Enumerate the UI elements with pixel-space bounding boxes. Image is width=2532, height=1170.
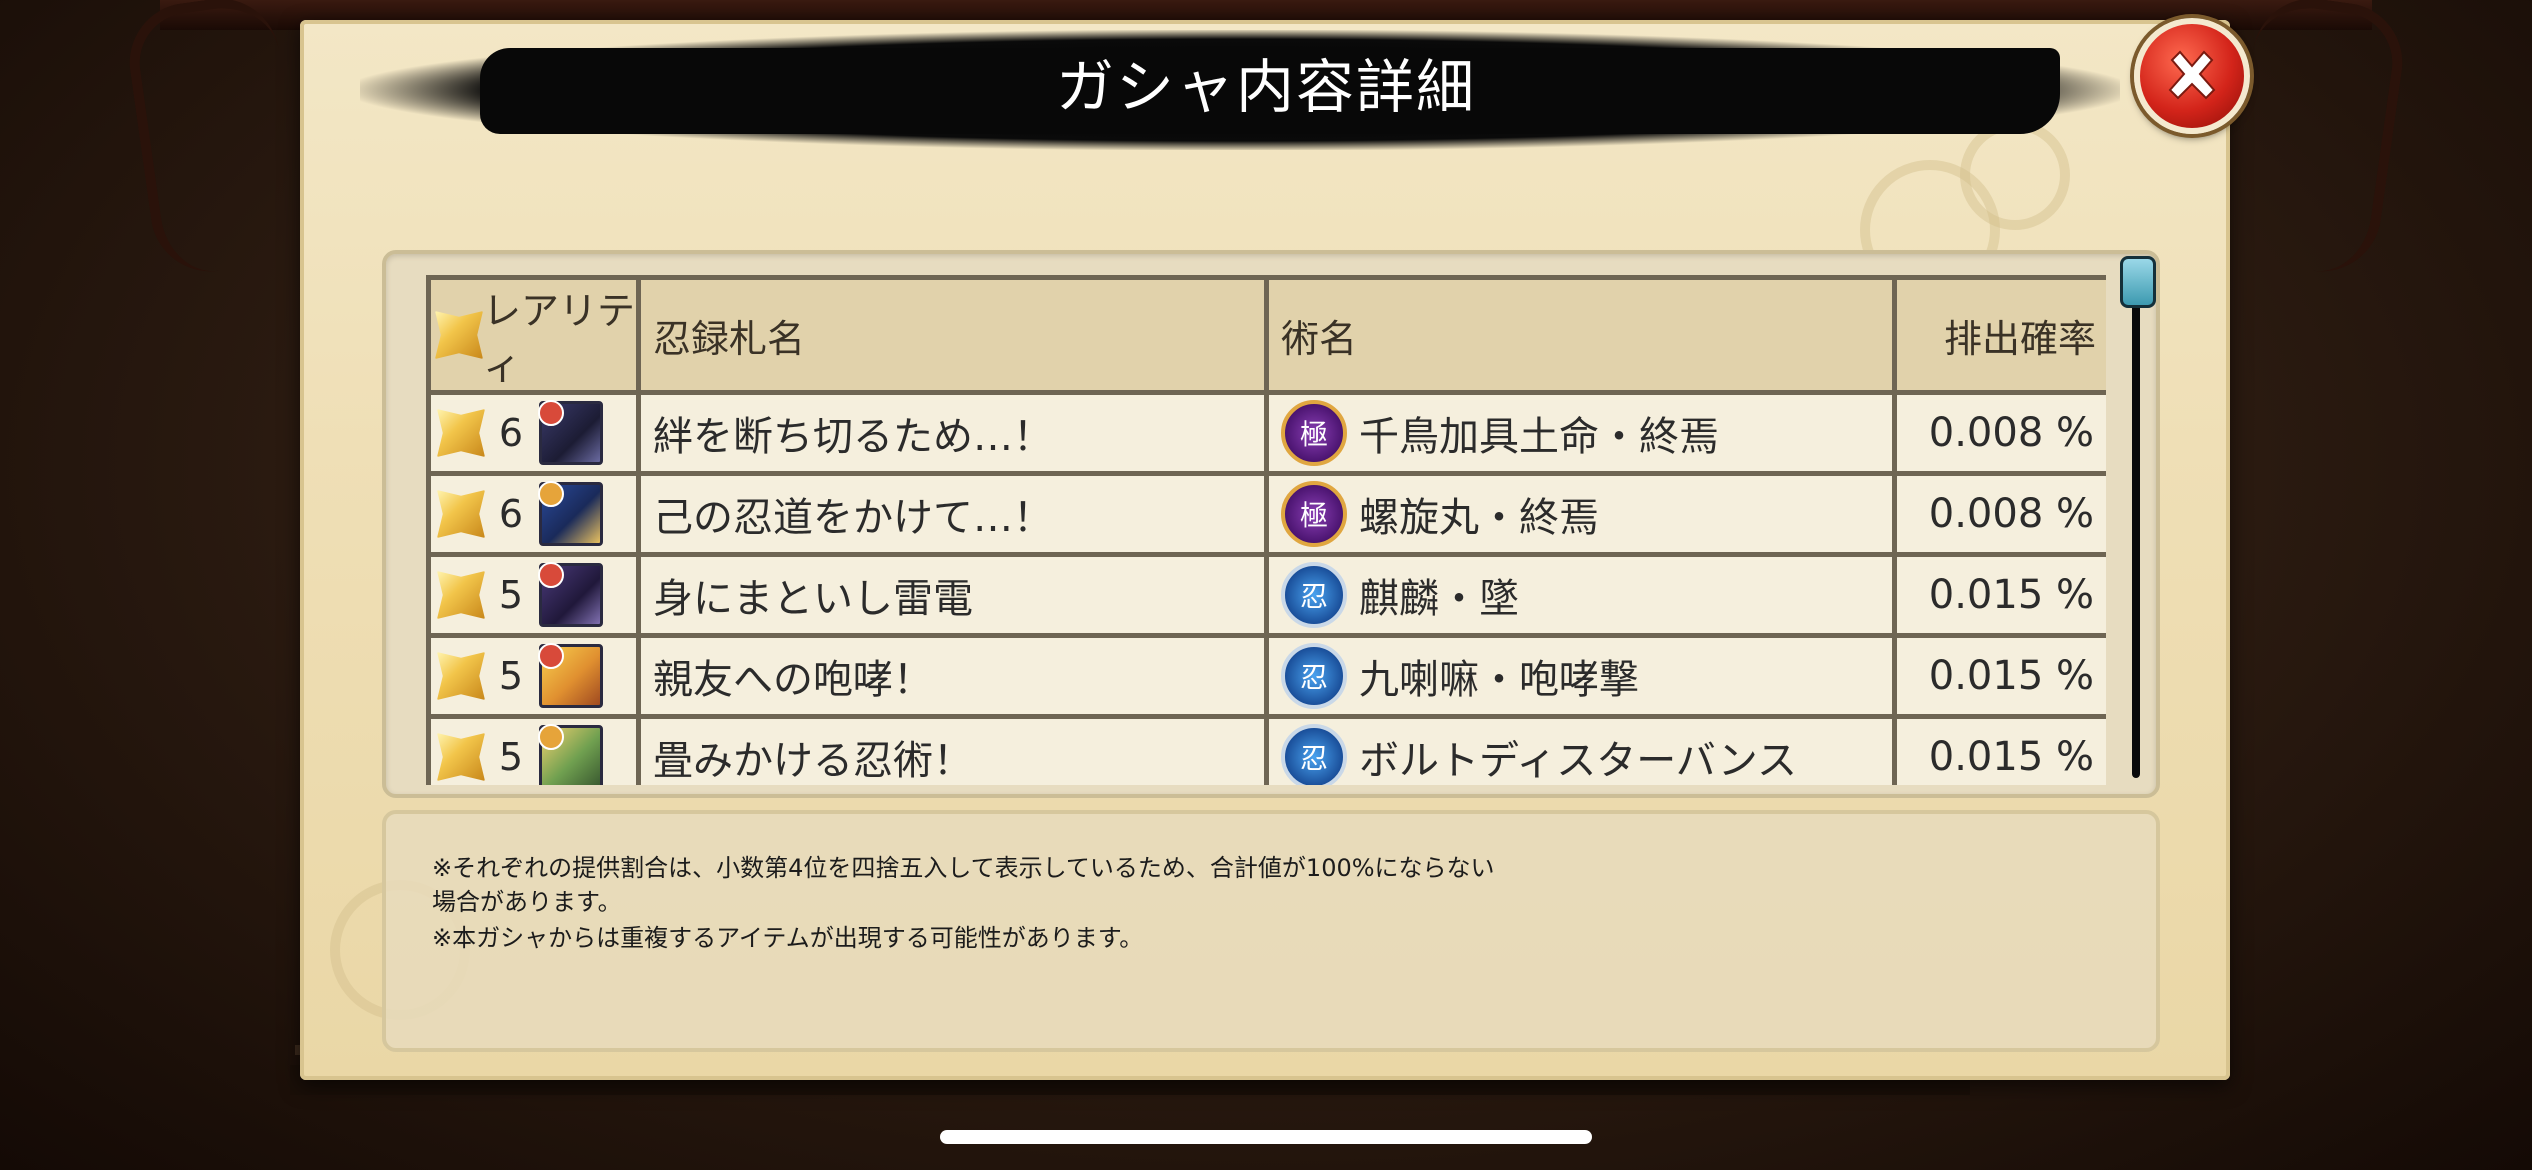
rate-cell: 0.008 %: [1892, 471, 2106, 557]
note-line-2: 場合があります。: [432, 888, 622, 916]
character-portrait: [538, 643, 603, 708]
rarity-value: 5: [498, 654, 524, 698]
attribute-badge-icon: [538, 562, 564, 588]
rate-table-viewport[interactable]: レアリティ 忍録札名 術名 排出確率 6 絆を断ち切るため…！ 極 千鳥加具土命…: [426, 275, 2106, 785]
note-line-1: ※それぞれの提供割合は、小数第4位を四捨五入して表示しているため、合計値が100…: [432, 854, 1495, 882]
attribute-badge-icon: [538, 481, 564, 507]
rarity-header-label: レアリティ: [483, 289, 636, 388]
kanji-shinobi-icon: 忍: [1281, 562, 1347, 628]
rarity-value: 5: [498, 573, 524, 617]
rarity-cell: 6: [426, 390, 641, 476]
rarity-cell: 5: [426, 714, 641, 785]
table-row[interactable]: 5 畳みかける忍術！ 忍 ボルトディスターバンス 0.015 %: [426, 714, 2106, 785]
jutsu-name: 九喇嘛・咆哮撃: [1359, 657, 1639, 703]
rarity-star-icon: [437, 652, 485, 700]
attribute-badge-icon: [538, 643, 564, 669]
rarity-cell: 5: [426, 633, 641, 719]
card-name-cell: 身にまといし雷電: [636, 552, 1269, 638]
table-row[interactable]: 6 己の忍道をかけて…！ 極 螺旋丸・終焉 0.008 %: [426, 471, 2106, 557]
scrollbar-track[interactable]: [2132, 258, 2140, 778]
rarity-star-icon: [437, 409, 485, 457]
card-name-cell: 親友への咆哮！: [636, 633, 1269, 719]
kanji-kiwami-icon: 極: [1281, 481, 1347, 547]
rarity-value: 5: [498, 735, 524, 779]
card-name-cell: 畳みかける忍術！: [636, 714, 1269, 785]
rarity-value: 6: [498, 492, 524, 536]
character-portrait: [538, 400, 603, 465]
rarity-star-icon: [435, 311, 483, 359]
jutsu-name: ボルトディスターバンス: [1359, 738, 1797, 784]
jutsu-name: 麒麟・墜: [1359, 576, 1519, 622]
jutsu-cell: 極 千鳥加具土命・終焉: [1264, 390, 1897, 476]
kanji-kiwami-icon: 極: [1281, 400, 1347, 466]
note-line-3: ※本ガシャからは重複するアイテムが出現する可能性があります。: [432, 924, 1144, 952]
character-portrait: [538, 562, 603, 627]
jutsu-name: 螺旋丸・終焉: [1359, 495, 1599, 541]
card-name-cell: 絆を断ち切るため…！: [636, 390, 1269, 476]
close-x-icon: [2168, 50, 2216, 100]
card-name: 身にまといし雷電: [653, 576, 973, 622]
rarity-star-icon: [437, 571, 485, 619]
rarity-star-icon: [437, 733, 485, 781]
rate-table: レアリティ 忍録札名 術名 排出確率 6 絆を断ち切るため…！ 極 千鳥加具土命…: [426, 275, 2106, 785]
rarity-star-icon: [437, 490, 485, 538]
rarity-value: 6: [498, 411, 524, 455]
character-portrait: [538, 481, 603, 546]
table-header-row: レアリティ 忍録札名 術名 排出確率: [426, 275, 2106, 395]
table-row[interactable]: 6 絆を断ち切るため…！ 極 千鳥加具土命・終焉 0.008 %: [426, 390, 2106, 476]
jutsu-name: 千鳥加具土命・終焉: [1359, 414, 1719, 460]
attribute-badge-icon: [538, 400, 564, 426]
kanji-shinobi-icon: 忍: [1281, 643, 1347, 709]
card-name: 親友への咆哮！: [653, 657, 933, 703]
home-indicator[interactable]: [940, 1130, 1592, 1144]
rarity-cell: 6: [426, 471, 641, 557]
card-name-header-label: 忍録札名: [653, 316, 806, 361]
column-header-card-name: 忍録札名: [636, 275, 1269, 395]
jutsu-cell: 忍 麒麟・墜: [1264, 552, 1897, 638]
table-row[interactable]: 5 身にまといし雷電 忍 麒麟・墜 0.015 %: [426, 552, 2106, 638]
kanji-shinobi-icon: 忍: [1281, 724, 1347, 785]
column-header-rate: 排出確率: [1892, 275, 2106, 395]
rate-cell: 0.015 %: [1892, 633, 2106, 719]
close-button[interactable]: [2134, 18, 2250, 134]
card-name: 畳みかける忍術！: [653, 738, 973, 784]
rate-header-label: 排出確率: [1943, 316, 2096, 361]
card-name: 絆を断ち切るため…！: [653, 414, 1053, 460]
scrollbar-thumb[interactable]: [2120, 256, 2156, 308]
jutsu-cell: 極 螺旋丸・終焉: [1264, 471, 1897, 557]
card-name-cell: 己の忍道をかけて…！: [636, 471, 1269, 557]
jutsu-cell: 忍 九喇嘛・咆哮撃: [1264, 633, 1897, 719]
rate-cell: 0.015 %: [1892, 714, 2106, 785]
rarity-cell: 5: [426, 552, 641, 638]
column-header-jutsu-name: 術名: [1264, 275, 1897, 395]
attribute-badge-icon: [538, 724, 564, 750]
character-portrait: [538, 724, 603, 785]
rate-cell: 0.015 %: [1892, 552, 2106, 638]
rate-cell: 0.008 %: [1892, 390, 2106, 476]
card-name: 己の忍道をかけて…！: [653, 495, 1053, 541]
jutsu-name-header-label: 術名: [1281, 316, 1358, 361]
column-header-rarity: レアリティ: [426, 275, 641, 395]
jutsu-cell: 忍 ボルトディスターバンス: [1264, 714, 1897, 785]
table-row[interactable]: 5 親友への咆哮！ 忍 九喇嘛・咆哮撃 0.015 %: [426, 633, 2106, 719]
